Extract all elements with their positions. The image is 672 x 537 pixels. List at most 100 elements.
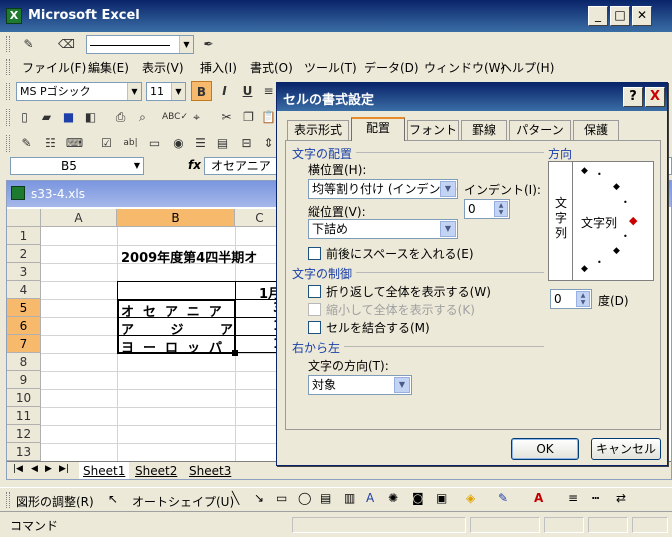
- menu-data[interactable]: データ(D): [364, 59, 419, 76]
- vertical-text-button[interactable]: 文字列: [549, 162, 573, 280]
- cell-b6[interactable]: ア ジ ア: [121, 319, 242, 338]
- tab-border[interactable]: 罫線: [461, 120, 507, 140]
- new-document-icon[interactable]: ▯: [14, 107, 35, 127]
- toolbar-grip[interactable]: [6, 36, 10, 52]
- arrow-style-icon[interactable]: ⇄: [616, 491, 626, 505]
- cancel-button[interactable]: キャンセル: [591, 438, 661, 460]
- row-header[interactable]: 6: [7, 317, 41, 335]
- tab-patterns[interactable]: パターン: [509, 120, 571, 140]
- line-style-combo[interactable]: ▼: [86, 35, 194, 54]
- sheet-tab-1[interactable]: Sheet1: [79, 462, 130, 479]
- print-preview-icon[interactable]: ⌕: [132, 107, 153, 127]
- font-color-icon[interactable]: A: [534, 491, 543, 505]
- font-name-combo[interactable]: MS Pゴシック ▼: [16, 82, 142, 101]
- checkbox-control-icon[interactable]: ☑: [96, 133, 117, 153]
- tab-protection[interactable]: 保護: [573, 120, 619, 140]
- fill-handle[interactable]: [232, 350, 238, 356]
- row-header[interactable]: 4: [7, 281, 41, 299]
- picture-icon[interactable]: ▣: [436, 491, 447, 505]
- minimize-button[interactable]: _: [588, 6, 608, 26]
- menu-view[interactable]: 表示(V): [142, 59, 184, 76]
- cell-b2[interactable]: 2009年度第4四半期オ: [121, 247, 257, 266]
- menu-insert[interactable]: 挿入(I): [200, 59, 237, 76]
- tab-font[interactable]: フォント: [407, 120, 459, 140]
- view-code-icon[interactable]: ⌨: [64, 133, 85, 153]
- vertical-select[interactable]: 下詰め ▼: [308, 219, 458, 239]
- save-icon[interactable]: ■: [58, 107, 79, 127]
- help-button[interactable]: ?: [623, 87, 643, 107]
- column-header-b[interactable]: B: [117, 209, 235, 227]
- line-style-icon[interactable]: ≡: [568, 491, 578, 505]
- wordart-icon[interactable]: A: [366, 491, 374, 505]
- arrow-icon[interactable]: ↘: [254, 491, 264, 505]
- cell-b5[interactable]: オセアニア: [121, 301, 231, 320]
- pen-color-icon[interactable]: ✒: [198, 34, 219, 54]
- dialog-close-button[interactable]: X: [645, 87, 665, 107]
- cell-b7[interactable]: ヨーロッパ: [121, 337, 231, 356]
- diagram-icon[interactable]: ✺: [388, 491, 398, 505]
- design-mode-icon[interactable]: ✎: [16, 133, 37, 153]
- vertical-textbox-icon[interactable]: ▥: [344, 491, 355, 505]
- copy-icon[interactable]: ❐: [238, 107, 259, 127]
- row-header[interactable]: 10: [7, 389, 41, 407]
- checkbox-box[interactable]: [308, 247, 321, 260]
- spinner-arrows-icon[interactable]: ▲ ▼: [494, 201, 508, 217]
- prev-sheet-icon[interactable]: ◀: [31, 464, 38, 474]
- select-all-corner[interactable]: [7, 209, 41, 227]
- properties-icon[interactable]: ☷: [40, 133, 61, 153]
- italic-button[interactable]: I: [214, 81, 235, 101]
- justify-distributed-checkbox[interactable]: 前後にスペースを入れる(E): [308, 245, 474, 262]
- listbox-control-icon[interactable]: ☰: [190, 133, 211, 153]
- sheet-tab-2[interactable]: Sheet2: [131, 462, 181, 479]
- toolbar-grip[interactable]: [6, 109, 10, 126]
- rectangle-icon[interactable]: ▭: [276, 491, 287, 505]
- orientation-pointer-icon[interactable]: ◆: [629, 214, 637, 227]
- toolbar-grip[interactable]: [6, 83, 10, 100]
- row-header[interactable]: 3: [7, 263, 41, 281]
- spelling-icon[interactable]: ABC✓: [162, 107, 188, 127]
- bold-button[interactable]: B: [191, 81, 212, 101]
- maximize-button[interactable]: □: [610, 6, 630, 26]
- spinner-arrows-icon[interactable]: ▲ ▼: [576, 291, 590, 307]
- column-header-a[interactable]: A: [41, 209, 117, 227]
- tab-number[interactable]: 表示形式: [287, 120, 349, 140]
- row-header[interactable]: 5: [7, 299, 41, 317]
- dash-style-icon[interactable]: ┅: [592, 491, 599, 505]
- edit-icon[interactable]: ✎: [18, 34, 39, 54]
- merge-cells-checkbox[interactable]: セルを結合する(M): [308, 319, 430, 336]
- button-control-icon[interactable]: ▭: [144, 133, 165, 153]
- textbox-control-icon[interactable]: ab|: [120, 133, 141, 153]
- menu-tools[interactable]: ツール(T): [304, 59, 357, 76]
- toggle-control-icon[interactable]: ⊟: [236, 133, 257, 153]
- row-header[interactable]: 11: [7, 407, 41, 425]
- toolbar-grip[interactable]: [6, 492, 10, 508]
- close-button[interactable]: ✕: [632, 6, 652, 26]
- autoshape-menu[interactable]: オートシェイプ(U): [132, 493, 234, 510]
- degrees-spinner[interactable]: 0 ▲ ▼: [550, 289, 592, 309]
- name-box[interactable]: B5 ▼: [10, 157, 144, 175]
- underline-button[interactable]: U: [237, 81, 258, 101]
- toolbar-grip[interactable]: [6, 135, 10, 152]
- menu-format[interactable]: 書式(O): [250, 59, 293, 76]
- indent-spinner[interactable]: 0 ▲ ▼: [464, 199, 510, 219]
- cut-icon[interactable]: ✂: [216, 107, 237, 127]
- checkbox-box[interactable]: [308, 285, 321, 298]
- text-direction-select[interactable]: 対象 ▼: [308, 375, 412, 395]
- permission-icon[interactable]: ◧: [80, 107, 101, 127]
- menu-window[interactable]: ウィンドウ(W): [424, 59, 505, 76]
- print-icon[interactable]: ⎙: [110, 107, 131, 127]
- app-title-bar[interactable]: X Microsoft Excel _ □ ✕: [0, 0, 672, 32]
- insert-function-button[interactable]: fx: [188, 158, 201, 172]
- line-color-icon[interactable]: ✎: [498, 491, 508, 505]
- menu-edit[interactable]: 編集(E): [88, 59, 129, 76]
- textbox-icon[interactable]: ▤: [320, 491, 331, 505]
- sheet-tab-3[interactable]: Sheet3: [185, 462, 235, 479]
- line-icon[interactable]: ╲: [232, 491, 239, 505]
- option-control-icon[interactable]: ◉: [168, 133, 189, 153]
- font-size-combo[interactable]: 11 ▼: [146, 82, 186, 101]
- row-header[interactable]: 2: [7, 245, 41, 263]
- first-sheet-icon[interactable]: |◀: [13, 464, 23, 474]
- horizontal-select[interactable]: 均等割り付け (インデント) ▼: [308, 179, 458, 199]
- open-folder-icon[interactable]: ▰: [36, 107, 57, 127]
- clipart-icon[interactable]: ◙: [412, 491, 424, 505]
